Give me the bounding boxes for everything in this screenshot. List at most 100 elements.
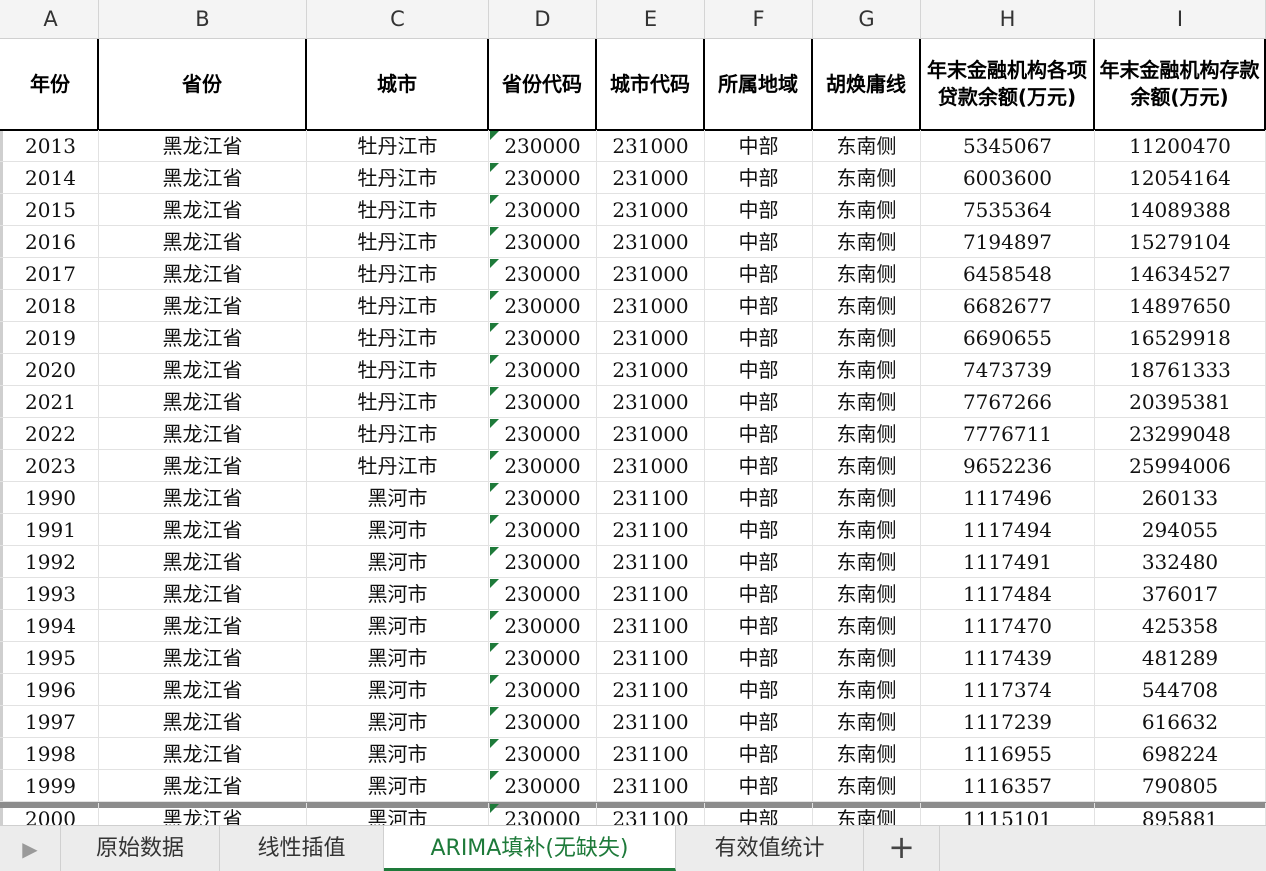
cell-deposits[interactable]: 14897650: [1095, 290, 1266, 322]
cell-region[interactable]: 中部: [705, 514, 813, 546]
cell-loans[interactable]: 7194897: [921, 226, 1095, 258]
cell-city[interactable]: 黑河市: [307, 803, 489, 825]
cell-city[interactable]: 黑河市: [307, 674, 489, 706]
cell-province[interactable]: 黑龙江省: [99, 514, 307, 546]
sheet-scroll-button[interactable]: ▶: [0, 826, 60, 871]
cell-province-code[interactable]: 230000: [489, 162, 597, 194]
cell-year[interactable]: 2019: [3, 322, 99, 354]
cell-year[interactable]: 2015: [3, 194, 99, 226]
cell-city[interactable]: 牡丹江市: [307, 226, 489, 258]
cell-province[interactable]: 黑龙江省: [99, 322, 307, 354]
cell-city-code[interactable]: 231000: [597, 162, 705, 194]
cell-deposits[interactable]: 544708: [1095, 674, 1266, 706]
cell-city-code[interactable]: 231000: [597, 386, 705, 418]
cell-city[interactable]: 牡丹江市: [307, 354, 489, 386]
cell-city[interactable]: 黑河市: [307, 610, 489, 642]
cell-hu-line[interactable]: 东南侧: [813, 514, 921, 546]
cell-year[interactable]: 1998: [3, 738, 99, 770]
cell-province[interactable]: 黑龙江省: [99, 578, 307, 610]
cell-hu-line[interactable]: 东南侧: [813, 546, 921, 578]
cell-province[interactable]: 黑龙江省: [99, 162, 307, 194]
cell-province[interactable]: 黑龙江省: [99, 803, 307, 825]
cell-province-code[interactable]: 230000: [489, 322, 597, 354]
cell-province[interactable]: 黑龙江省: [99, 130, 307, 162]
cell-year[interactable]: 2017: [3, 258, 99, 290]
col-header-b[interactable]: B: [99, 0, 307, 38]
cell-hu-line[interactable]: 东南侧: [813, 770, 921, 802]
cell-deposits[interactable]: 425358: [1095, 610, 1266, 642]
cell-province-code[interactable]: 230000: [489, 546, 597, 578]
cell-city-code[interactable]: 231100: [597, 610, 705, 642]
cell-deposits[interactable]: 25994006: [1095, 450, 1266, 482]
cell-province-code[interactable]: 230000: [489, 610, 597, 642]
cell-city[interactable]: 黑河市: [307, 546, 489, 578]
cell-city[interactable]: 黑河市: [307, 706, 489, 738]
cell-hu-line[interactable]: 东南侧: [813, 706, 921, 738]
cell-province-code[interactable]: 230000: [489, 258, 597, 290]
cell-loans[interactable]: 1116955: [921, 738, 1095, 770]
cell-year[interactable]: 2013: [3, 130, 99, 162]
cell-city[interactable]: 牡丹江市: [307, 418, 489, 450]
cell-loans[interactable]: 1117494: [921, 514, 1095, 546]
cell-hu-line[interactable]: 东南侧: [813, 162, 921, 194]
cell-hu-line[interactable]: 东南侧: [813, 354, 921, 386]
cell-year[interactable]: 1993: [3, 578, 99, 610]
cell-province[interactable]: 黑龙江省: [99, 450, 307, 482]
cell-year[interactable]: 2021: [3, 386, 99, 418]
cell-loans[interactable]: 7767266: [921, 386, 1095, 418]
cell-loans[interactable]: 1116357: [921, 770, 1095, 802]
cell-hu-line[interactable]: 东南侧: [813, 258, 921, 290]
header-cell-city-code[interactable]: 城市代码: [597, 39, 705, 129]
cell-province[interactable]: 黑龙江省: [99, 418, 307, 450]
cell-hu-line[interactable]: 东南侧: [813, 803, 921, 825]
cell-hu-line[interactable]: 东南侧: [813, 194, 921, 226]
cell-year[interactable]: 1996: [3, 674, 99, 706]
cell-province-code[interactable]: 230000: [489, 194, 597, 226]
header-cell-deposits[interactable]: 年末金融机构存款余额(万元): [1095, 39, 1266, 129]
col-header-c[interactable]: C: [307, 0, 489, 38]
sheet-tab-raw-data[interactable]: 原始数据: [60, 826, 220, 871]
cell-province-code[interactable]: 230000: [489, 770, 597, 802]
cell-region[interactable]: 中部: [705, 290, 813, 322]
col-header-h[interactable]: H: [921, 0, 1095, 38]
cell-city-code[interactable]: 231000: [597, 290, 705, 322]
cell-loans[interactable]: 6458548: [921, 258, 1095, 290]
cell-deposits[interactable]: 481289: [1095, 642, 1266, 674]
cell-loans[interactable]: 6003600: [921, 162, 1095, 194]
cell-region[interactable]: 中部: [705, 418, 813, 450]
cell-year[interactable]: 2000: [3, 803, 99, 825]
cell-province[interactable]: 黑龙江省: [99, 706, 307, 738]
cell-deposits[interactable]: 14089388: [1095, 194, 1266, 226]
cell-city[interactable]: 牡丹江市: [307, 450, 489, 482]
cell-city[interactable]: 黑河市: [307, 482, 489, 514]
cell-loans[interactable]: 5345067: [921, 130, 1095, 162]
cell-loans[interactable]: 6682677: [921, 290, 1095, 322]
cell-year[interactable]: 1997: [3, 706, 99, 738]
cell-city[interactable]: 牡丹江市: [307, 258, 489, 290]
cell-region[interactable]: 中部: [705, 130, 813, 162]
cell-province[interactable]: 黑龙江省: [99, 738, 307, 770]
cell-province[interactable]: 黑龙江省: [99, 354, 307, 386]
sheet-tab-arima[interactable]: ARIMA填补(无缺失): [384, 826, 676, 871]
cell-year[interactable]: 1994: [3, 610, 99, 642]
cell-year[interactable]: 2016: [3, 226, 99, 258]
cell-year[interactable]: 1999: [3, 770, 99, 802]
cell-province-code[interactable]: 230000: [489, 706, 597, 738]
cell-loans[interactable]: 7473739: [921, 354, 1095, 386]
cell-province-code[interactable]: 230000: [489, 226, 597, 258]
cell-province-code[interactable]: 230000: [489, 578, 597, 610]
cell-city-code[interactable]: 231100: [597, 514, 705, 546]
cell-year[interactable]: 1992: [3, 546, 99, 578]
cell-region[interactable]: 中部: [705, 354, 813, 386]
cell-province-code[interactable]: 230000: [489, 738, 597, 770]
cell-province[interactable]: 黑龙江省: [99, 674, 307, 706]
sheet-tab-valid-stats[interactable]: 有效值统计: [676, 826, 864, 871]
header-cell-year[interactable]: 年份: [3, 39, 99, 129]
cell-city[interactable]: 黑河市: [307, 514, 489, 546]
cell-city-code[interactable]: 231100: [597, 578, 705, 610]
col-header-g[interactable]: G: [813, 0, 921, 38]
cell-region[interactable]: 中部: [705, 770, 813, 802]
cell-year[interactable]: 2023: [3, 450, 99, 482]
cell-deposits[interactable]: 790805: [1095, 770, 1266, 802]
cell-province[interactable]: 黑龙江省: [99, 610, 307, 642]
